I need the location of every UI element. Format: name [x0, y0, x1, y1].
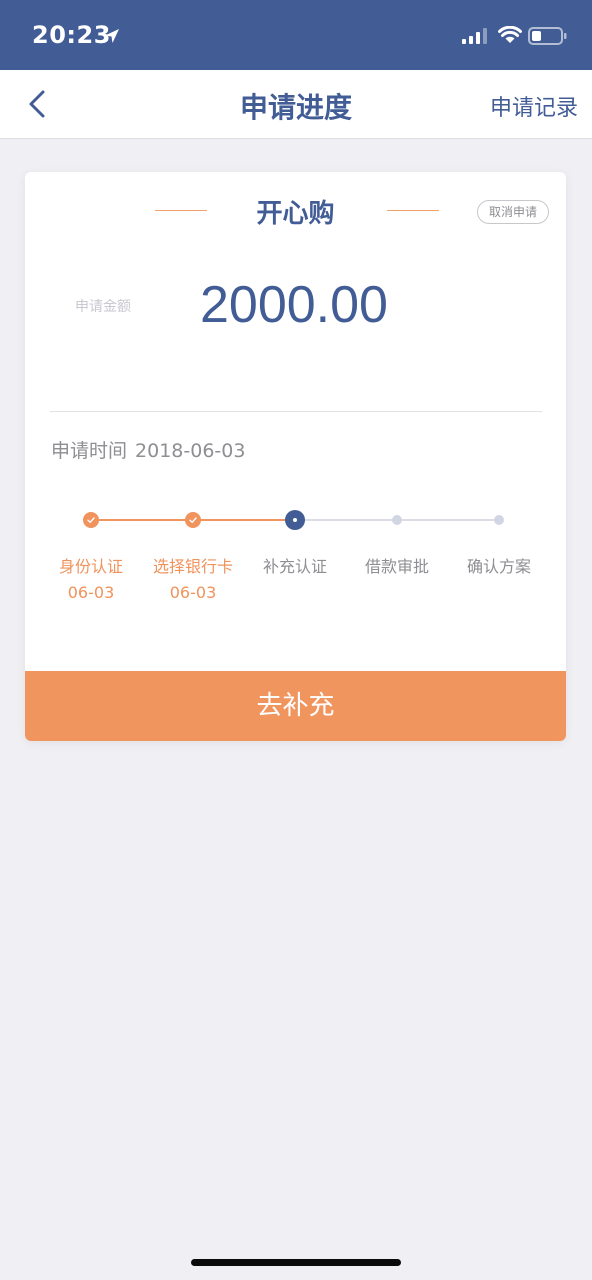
step-supplementary-verification: 补充认证	[245, 554, 345, 580]
step-date: 06-03	[67, 583, 115, 602]
nav-bar: 申请进度 申请记录	[0, 70, 592, 139]
step-label: 身份认证	[58, 557, 123, 576]
battery-icon	[528, 27, 567, 45]
status-time: 20:23	[32, 21, 111, 49]
wifi-icon	[498, 26, 522, 43]
step-check-icon	[83, 512, 99, 528]
amount-value: 2000.00	[200, 276, 388, 334]
step-select-bank-card: 选择银行卡 06-03	[143, 554, 243, 606]
step-confirm-plan: 确认方案	[449, 554, 549, 580]
application-records-link[interactable]: 申请记录	[490, 90, 578, 122]
step-date: 06-03	[169, 583, 217, 602]
amount-label: 申请金额	[75, 299, 131, 315]
step-label: 补充认证	[262, 557, 327, 576]
apply-time-label: 申请时间	[51, 440, 128, 462]
home-indicator	[191, 1259, 401, 1266]
cellular-signal-icon	[462, 28, 487, 44]
application-card: 开心购 取消申请 申请金额 2000.00 申请时间 2018-06-03 身份认…	[25, 172, 566, 741]
divider	[50, 411, 542, 412]
step-label: 选择银行卡	[152, 557, 233, 576]
step-identity-verification: 身份认证 06-03	[41, 554, 141, 606]
supplement-button[interactable]: 去补充	[25, 671, 566, 741]
step-check-icon	[185, 512, 201, 528]
step-current-icon	[285, 510, 305, 530]
step-label: 借款审批	[364, 557, 429, 576]
status-bar: 20:23	[0, 0, 592, 70]
step-pending-icon	[392, 515, 402, 525]
step-pending-icon	[494, 515, 504, 525]
step-loan-approval: 借款审批	[347, 554, 447, 580]
location-arrow-icon	[105, 29, 119, 43]
title-decoration-right	[387, 210, 439, 211]
apply-time-value: 2018-06-03	[135, 440, 246, 462]
step-label: 确认方案	[466, 557, 531, 576]
apply-time: 申请时间 2018-06-03	[51, 436, 245, 463]
cancel-application-button[interactable]: 取消申请	[477, 200, 549, 224]
